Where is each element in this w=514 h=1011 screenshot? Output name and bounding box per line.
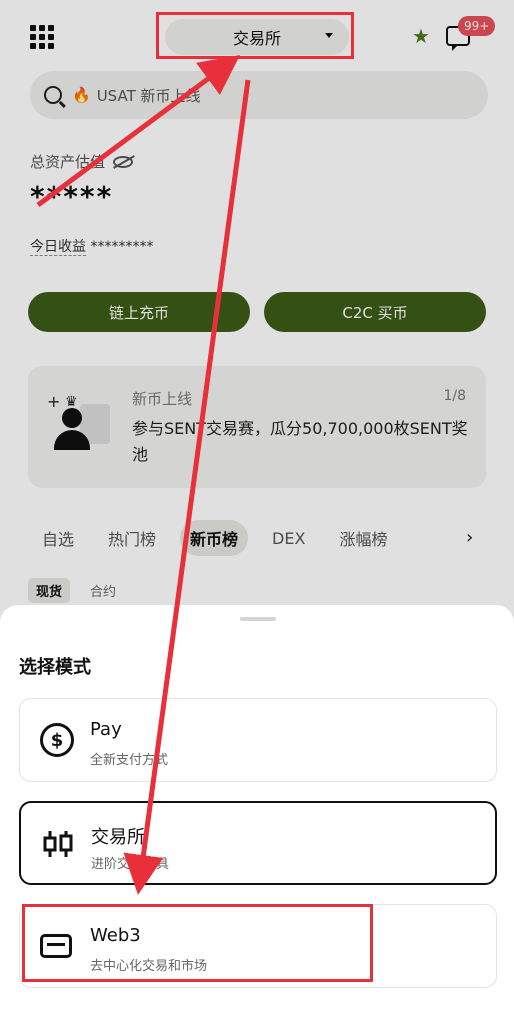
arrow-to-mode-switch: [36, 55, 241, 208]
screen: 交易所 ★ 99+ 🔥 USAT 新币上线 总资产估值 ***** 今日收益 *…: [0, 0, 514, 1011]
annotation-arrows: [36, 55, 251, 895]
arrow-to-web3: [123, 79, 251, 895]
